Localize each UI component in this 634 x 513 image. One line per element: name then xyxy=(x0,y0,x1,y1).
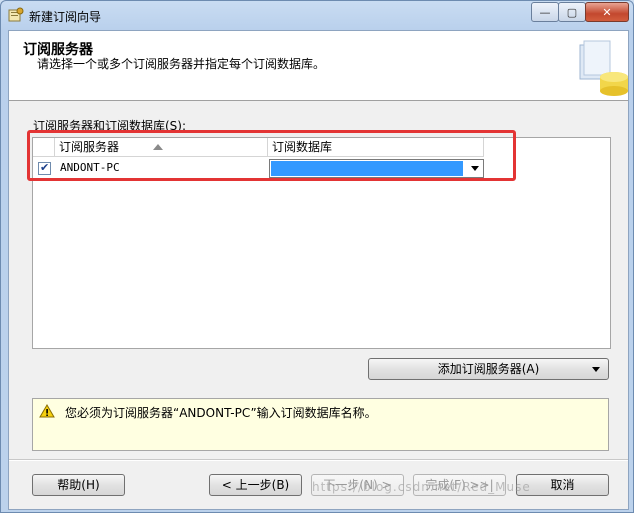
window-title: 新建订阅向导 xyxy=(29,10,102,24)
wizard-app-icon xyxy=(8,7,24,22)
validation-message-text: 您必须为订阅服务器“ANDONT-PC”输入订阅数据库名称。 xyxy=(65,406,377,420)
subscriber-checkbox[interactable]: ✔ xyxy=(38,161,51,175)
grid-label: 订阅服务器和订阅数据库(S): xyxy=(33,119,187,133)
subscription-database-dropdown[interactable] xyxy=(269,159,484,178)
wizard-client-area: 订阅服务器 请选择一个或多个订阅服务器并指定每个订阅数据库。 订阅服务器和订阅数… xyxy=(8,30,629,510)
chevron-down-icon[interactable] xyxy=(471,166,479,171)
add-subscriber-label: 添加订阅服务器(A) xyxy=(437,362,540,376)
sort-ascending-icon xyxy=(153,144,163,150)
add-subscriber-button[interactable]: 添加订阅服务器(A) xyxy=(368,358,609,380)
page-subtitle: 请选择一个或多个订阅服务器并指定每个订阅数据库。 xyxy=(37,57,326,71)
finish-button[interactable]: 完成(F) >>| xyxy=(413,474,506,496)
wizard-window: 新建订阅向导 — ▢ ✕ 订阅服务器 请选择一个或多个订阅服务器并指定每个订阅数… xyxy=(0,0,634,513)
maximize-button[interactable]: ▢ xyxy=(558,2,586,22)
footer-divider xyxy=(9,459,628,461)
selected-database-value xyxy=(271,161,463,176)
help-button[interactable]: 帮助(H) xyxy=(32,474,125,496)
minimize-button[interactable]: — xyxy=(531,2,559,22)
column-header-database[interactable]: 订阅数据库 xyxy=(268,138,484,156)
column-header-database-label: 订阅数据库 xyxy=(272,140,333,154)
select-column-header xyxy=(33,138,55,156)
grid-header: 订阅服务器 订阅数据库 xyxy=(33,138,484,157)
caption-buttons: — ▢ ✕ xyxy=(531,2,629,22)
previous-button[interactable]: < 上一步(B) xyxy=(209,474,302,496)
subscriber-grid[interactable]: 订阅服务器 订阅数据库 ✔ ANDONT-PC xyxy=(32,137,611,349)
table-row[interactable]: ✔ ANDONT-PC xyxy=(33,157,484,180)
validation-message-panel: 您必须为订阅服务器“ANDONT-PC”输入订阅数据库名称。 xyxy=(32,398,609,451)
wizard-header: 订阅服务器 请选择一个或多个订阅服务器并指定每个订阅数据库。 xyxy=(9,31,628,101)
chevron-down-icon[interactable] xyxy=(592,367,600,372)
cancel-button[interactable]: 取消 xyxy=(516,474,609,496)
database-subscriber-icon xyxy=(579,40,628,96)
title-bar[interactable]: 新建订阅向导 — ▢ ✕ xyxy=(1,1,633,29)
next-button[interactable]: 下一步(N) > xyxy=(311,474,404,496)
warning-icon xyxy=(39,404,55,418)
column-header-server[interactable]: 订阅服务器 xyxy=(55,138,268,156)
column-header-server-label: 订阅服务器 xyxy=(59,140,120,154)
close-button[interactable]: ✕ xyxy=(585,2,629,22)
subscriber-server-cell: ANDONT-PC xyxy=(60,161,120,174)
checkmark-icon: ✔ xyxy=(40,161,50,174)
